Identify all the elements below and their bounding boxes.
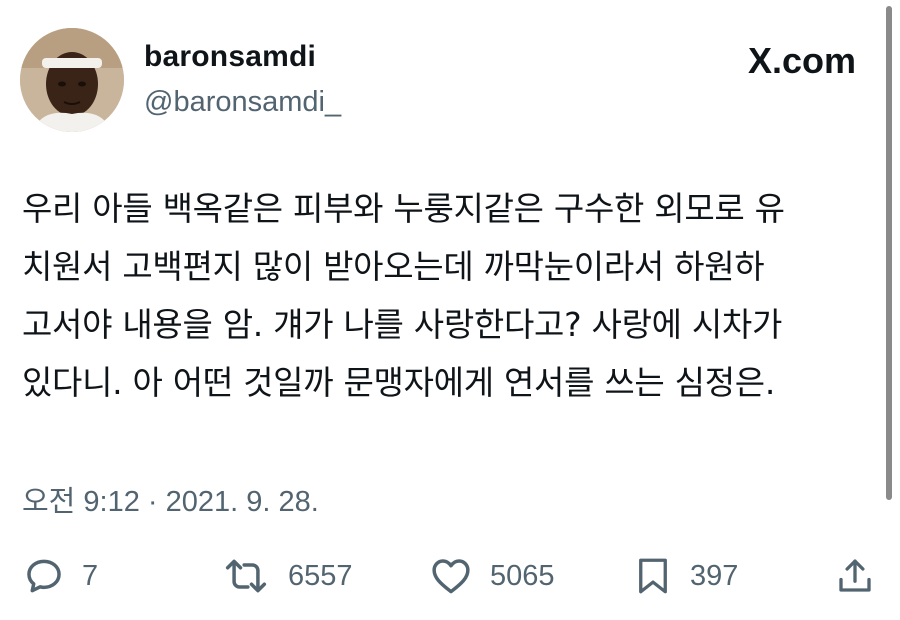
avatar[interactable] (20, 28, 124, 132)
bookmark-button[interactable]: 397 (632, 548, 738, 604)
display-name[interactable]: baronsamdi (144, 40, 316, 74)
scrollbar[interactable] (886, 6, 892, 500)
action-bar: 7 6557 5065 397 (0, 548, 900, 604)
tweet-text: 우리 아들 백옥같은 피부와 누룽지같은 구수한 외모로 유 치원서 고백편지 … (22, 189, 785, 402)
heart-icon (428, 554, 474, 598)
brand-logo: X.com (748, 40, 856, 82)
reply-button[interactable]: 7 (22, 548, 98, 604)
tweet-timestamp[interactable]: 오전 9:12 · 2021. 9. 28. (22, 478, 319, 520)
reply-count: 7 (82, 559, 99, 592)
share-icon (834, 554, 876, 598)
user-handle[interactable]: @baronsamdi_ (144, 86, 341, 119)
like-count: 5065 (490, 559, 555, 592)
bookmark-icon (632, 554, 674, 598)
retweet-icon (220, 554, 272, 598)
bookmark-count: 397 (690, 559, 739, 592)
retweet-button[interactable]: 6557 (220, 548, 353, 604)
like-button[interactable]: 5065 (428, 548, 555, 604)
brand-label: X.com (747, 40, 856, 81)
tweet-card: baronsamdi @baronsamdi_ X.com 우리 아들 백옥같은… (0, 0, 900, 620)
retweet-count: 6557 (288, 559, 353, 592)
share-button[interactable] (834, 548, 876, 604)
reply-icon (22, 554, 66, 598)
